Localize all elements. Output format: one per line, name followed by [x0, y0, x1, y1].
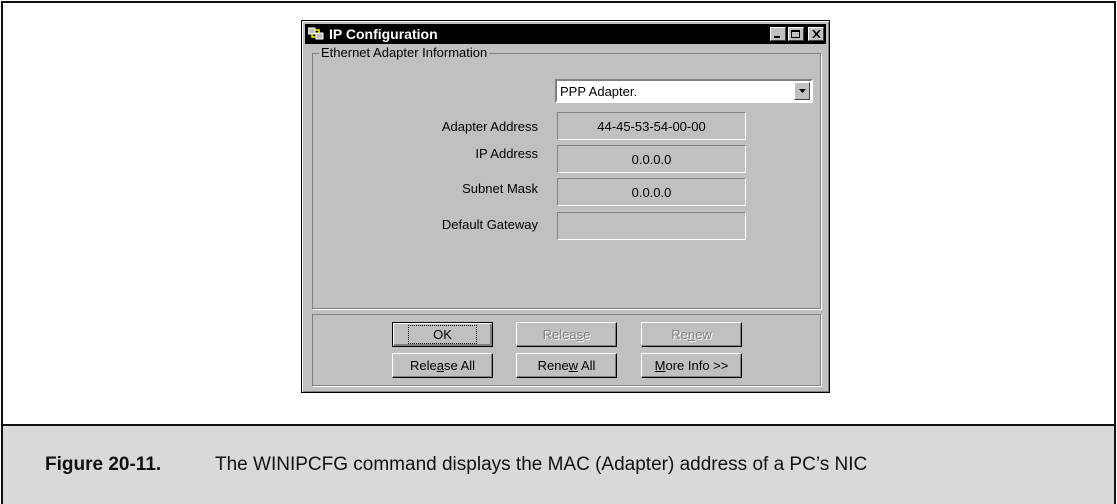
adapter-info-group: Ethernet Adapter Information PPP Adapter…	[312, 45, 821, 309]
ip-configuration-window: IP Configuration Ethernet Adapter Inform…	[301, 20, 830, 393]
figure-caption-text: The WINIPCFG command displays the MAC (A…	[215, 454, 868, 475]
close-button[interactable]	[808, 27, 824, 41]
app-icon	[307, 26, 325, 42]
ok-button[interactable]: OK	[392, 322, 493, 347]
renew-button-label: Renew	[671, 327, 712, 342]
adapter-address-label: Adapter Address	[441, 119, 538, 134]
subnet-mask-label: Subnet Mask	[462, 181, 538, 196]
figure-caption-label: Figure 20-11.	[45, 454, 162, 475]
more-info-button[interactable]: More Info >>	[641, 353, 742, 378]
ok-button-label: OK	[408, 325, 477, 344]
default-gateway-field	[557, 212, 746, 240]
close-icon	[811, 30, 821, 38]
ip-address-value: 0.0.0.0	[631, 151, 672, 167]
minimize-button[interactable]	[770, 27, 786, 41]
subnet-mask-field: 0.0.0.0	[557, 178, 746, 206]
figure-frame: IP Configuration Ethernet Adapter Inform…	[1, 1, 1116, 426]
title-bar[interactable]: IP Configuration	[305, 24, 826, 44]
figure-caption: Figure 20-11. The WINIPCFG command displ…	[1, 426, 1116, 504]
button-panel: OK Release Renew Release All Renew All M…	[312, 314, 821, 386]
adapter-address-field: 44-45-53-54-00-00	[557, 112, 746, 140]
release-button-label: Release	[542, 327, 591, 342]
release-all-button-label: Release All	[409, 358, 476, 373]
release-all-button[interactable]: Release All	[392, 353, 493, 378]
maximize-icon	[791, 29, 800, 38]
renew-all-button-label: Renew All	[537, 358, 596, 373]
default-gateway-label: Default Gateway	[441, 217, 538, 232]
adapter-select[interactable]: PPP Adapter.	[555, 79, 813, 103]
dropdown-arrow-button[interactable]	[794, 82, 810, 100]
window-title: IP Configuration	[329, 26, 438, 42]
ip-address-field: 0.0.0.0	[557, 145, 746, 173]
renew-all-button[interactable]: Renew All	[516, 353, 617, 378]
ip-address-label: IP Address	[475, 146, 538, 161]
adapter-select-value: PPP Adapter.	[560, 83, 638, 99]
adapter-address-value: 44-45-53-54-00-00	[597, 118, 706, 134]
group-label: Ethernet Adapter Information	[319, 45, 490, 60]
minimize-icon	[774, 36, 780, 38]
release-button[interactable]: Release	[516, 322, 617, 347]
maximize-button[interactable]	[788, 27, 804, 41]
chevron-down-icon	[798, 89, 806, 93]
renew-button[interactable]: Renew	[641, 322, 742, 347]
subnet-mask-value: 0.0.0.0	[631, 184, 672, 200]
more-info-button-label: More Info >>	[654, 358, 729, 373]
